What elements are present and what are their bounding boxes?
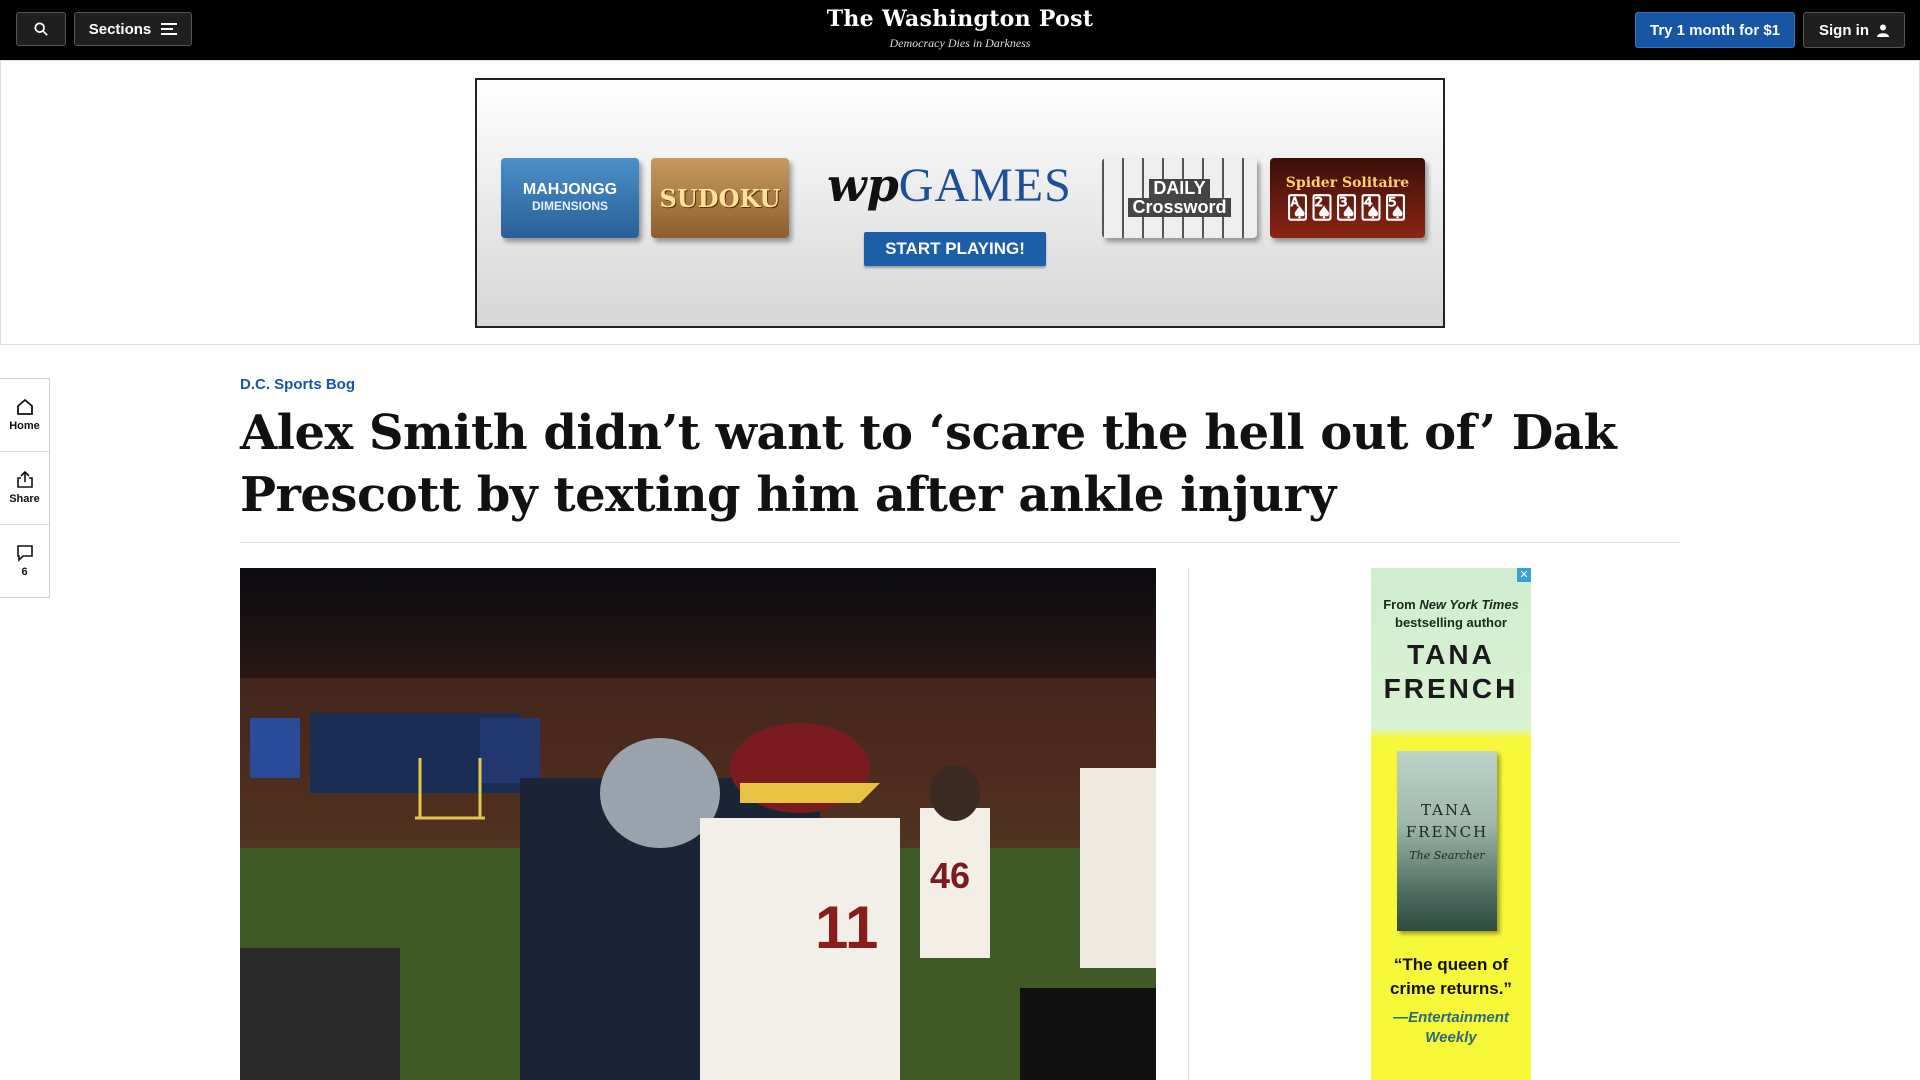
sign-in-button[interactable]: Sign in xyxy=(1803,12,1905,48)
stadium-photo: 11 46 xyxy=(240,568,1156,1080)
share-icon xyxy=(16,471,33,488)
comments-count: 6 xyxy=(21,566,28,578)
sign-in-label: Sign in xyxy=(1819,21,1869,39)
ad-author-last: FRENCH xyxy=(1383,673,1519,704)
start-playing-button[interactable]: START PLAYING! xyxy=(864,232,1046,266)
subscribe-button[interactable]: Try 1 month for $1 xyxy=(1635,12,1795,48)
logo-tagline: Democracy Dies in Darkness xyxy=(889,36,1031,50)
ad-quote: “The queen of crime returns.” xyxy=(1390,955,1512,998)
book-author-last: FRENCH xyxy=(1405,823,1489,841)
book-author-first: TANA xyxy=(1421,801,1473,819)
top-navigation-bar: Sections The Washington Post Democracy D… xyxy=(0,0,1920,60)
spider-solitaire-tile[interactable]: Spider Solitaire 🂡🂢🂣🂤🂥 xyxy=(1270,158,1425,238)
logo-name: The Washington Post xyxy=(826,6,1094,32)
article-headline: Alex Smith didn’t want to ‘scare the hel… xyxy=(240,405,1617,523)
article-lead-photo: 11 46 xyxy=(240,568,1156,1080)
wp-games-ad[interactable]: MAHJONGG DIMENSIONS SUDOKU wpGAMES START… xyxy=(475,78,1445,328)
comments-button[interactable]: 6 xyxy=(0,525,49,597)
ad-intro-publication: New York Times xyxy=(1419,597,1519,612)
ad-intro-bestselling: bestselling author xyxy=(1395,615,1507,630)
comment-icon xyxy=(16,545,33,562)
book-cover: TANA FRENCH The Searcher xyxy=(1397,751,1497,931)
mahjong-subtitle: DIMENSIONS xyxy=(531,199,608,213)
wp-games-logo: wpGAMES xyxy=(827,158,1071,213)
book-cover-title: The Searcher xyxy=(1409,849,1485,862)
home-icon xyxy=(16,398,33,415)
crossword-title-2: Crossword xyxy=(1128,198,1231,217)
user-icon xyxy=(1877,24,1889,37)
site-logo[interactable]: The Washington Post Democracy Dies in Da… xyxy=(0,6,1920,51)
home-label: Home xyxy=(9,420,40,432)
crossword-title-1: DAILY xyxy=(1149,179,1210,198)
column-divider xyxy=(1188,568,1189,1080)
cards-icon: 🂡🂢🂣🂤🂥 xyxy=(1286,195,1409,221)
svg-text:46: 46 xyxy=(930,855,970,896)
ad-intro-from: From xyxy=(1383,597,1416,612)
ad-intro: From New York Times bestselling author xyxy=(1371,596,1531,632)
svg-text:11: 11 xyxy=(815,894,878,961)
article-section-kicker[interactable]: D.C. Sports Bog xyxy=(240,376,355,393)
headline-divider xyxy=(240,542,1680,543)
mahjong-tile[interactable]: MAHJONGG DIMENSIONS xyxy=(501,158,639,238)
share-label: Share xyxy=(9,493,40,505)
ad-quote-source: —Entertainment Weekly xyxy=(1393,1009,1509,1046)
book-advertisement[interactable]: ✕ From New York Times bestselling author… xyxy=(1371,568,1531,1080)
sudoku-tile[interactable]: SUDOKU xyxy=(651,158,789,238)
spider-title: Spider Solitaire xyxy=(1285,175,1410,191)
ad-author-name: TANA FRENCH xyxy=(1371,638,1531,706)
left-action-rail: Home Share 6 xyxy=(0,378,50,598)
crossword-tile[interactable]: DAILY Crossword xyxy=(1102,158,1257,238)
mahjong-title: MAHJONGG xyxy=(522,181,618,198)
adchoices-icon[interactable]: ✕ xyxy=(1517,568,1531,582)
ad-author-first: TANA xyxy=(1407,639,1495,670)
home-button[interactable]: Home xyxy=(0,379,49,452)
games-wordmark: GAMES xyxy=(898,159,1072,212)
share-button[interactable]: Share xyxy=(0,452,49,525)
book-cover-author: TANA FRENCH xyxy=(1397,799,1497,843)
wp-mark: wp xyxy=(827,158,899,212)
